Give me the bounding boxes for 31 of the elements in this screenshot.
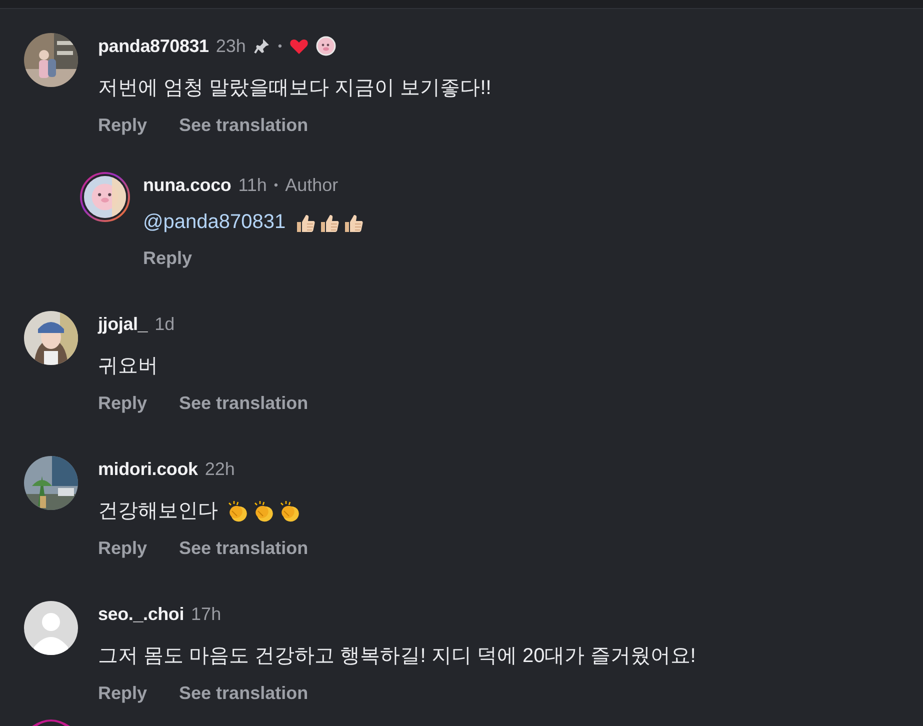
comment-text: 그저 몸도 마음도 건강하고 행복하길! 지디 덕에 20대가 즐거웠어요!: [98, 644, 696, 669]
mention-link[interactable]: @panda870831: [143, 211, 286, 234]
username[interactable]: seo._.choi: [98, 604, 184, 624]
username[interactable]: midori.cook: [98, 458, 198, 480]
timestamp: 11h: [238, 174, 267, 196]
see-translation-link[interactable]: See translation: [179, 683, 308, 704]
comment-text: 저번에 엄청 말랐을때보다 지금이 보기좋다!!: [98, 76, 492, 101]
comment-text: 귀요버: [98, 354, 158, 379]
reply-button[interactable]: Reply: [143, 248, 192, 269]
timestamp: 22h: [204, 458, 235, 480]
see-translation-link[interactable]: See translation: [179, 538, 308, 559]
avatar-icon: [24, 601, 78, 655]
clap-icon: [278, 498, 302, 522]
see-translation-link[interactable]: See translation: [179, 393, 308, 414]
timestamp: 17h: [191, 604, 222, 624]
username[interactable]: nuna.coco: [143, 174, 232, 196]
timestamp: 23h: [216, 36, 246, 56]
clap-icon: [252, 498, 276, 522]
username[interactable]: panda870831: [98, 36, 209, 56]
reply-button[interactable]: Reply: [98, 393, 148, 414]
timestamp: 1d: [154, 314, 175, 334]
separator-dot: •: [278, 39, 282, 53]
reply-button[interactable]: Reply: [98, 538, 148, 559]
reply-button[interactable]: Reply: [98, 683, 148, 704]
clap-icon: [226, 498, 250, 522]
reply-button[interactable]: Reply: [98, 115, 148, 136]
comment-text: 건강해보인다: [98, 499, 218, 524]
separator-dot: •: [274, 178, 278, 192]
author-label: Author: [285, 174, 338, 196]
username[interactable]: jjojal_: [98, 314, 148, 334]
see-translation-link[interactable]: See translation: [179, 115, 308, 136]
